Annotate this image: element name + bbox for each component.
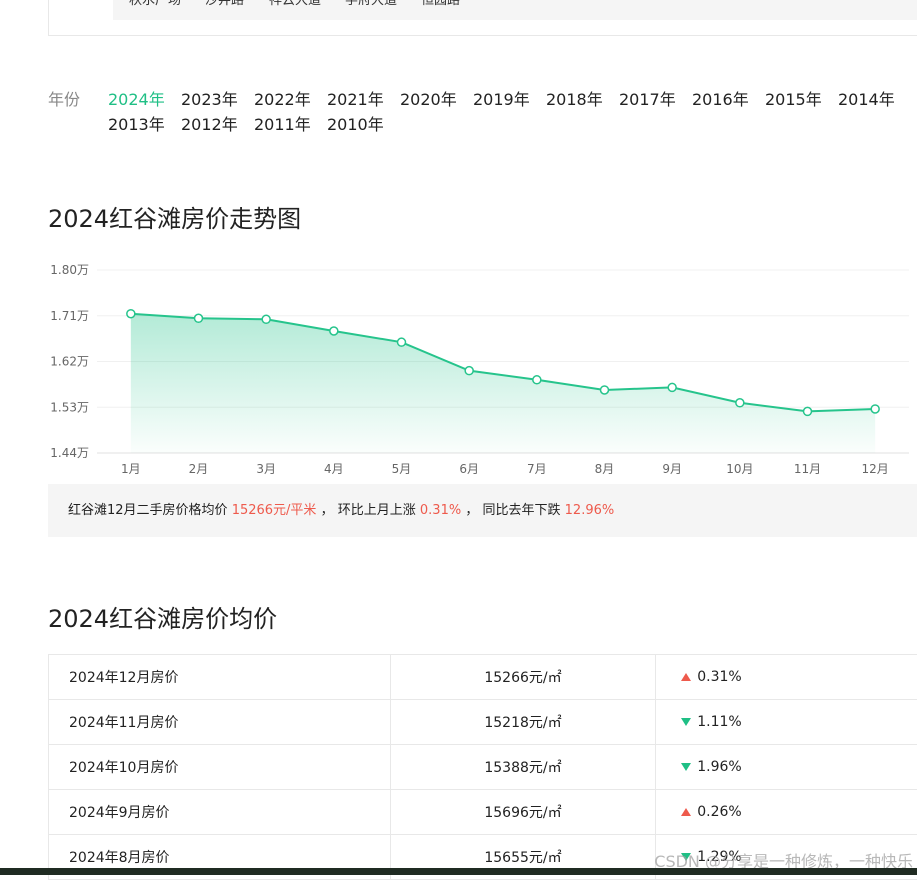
summary-mom-label: 环比上月上涨 [338, 503, 416, 518]
table-row: 2024年10月房价 15388元/㎡ 1.96% [49, 745, 917, 790]
data-point [668, 383, 676, 391]
table-row: 2024年9月房价 15696元/㎡ 0.26% [49, 790, 917, 835]
y-tick-label: 1.80万 [50, 263, 89, 277]
y-tick-label: 1.53万 [50, 400, 89, 414]
series-area [131, 314, 875, 453]
data-point [804, 407, 812, 415]
x-tick-label: 12月 [862, 462, 889, 476]
year-option[interactable]: 2024年 [108, 86, 165, 110]
summary-yoy-value: 12.96% [565, 503, 615, 518]
period-cell: 2024年11月房价 [49, 700, 391, 745]
data-point [127, 310, 135, 318]
x-tick-label: 11月 [794, 462, 821, 476]
year-option[interactable]: 2015年 [765, 86, 822, 110]
x-tick-label: 8月 [595, 462, 615, 476]
year-option[interactable]: 2022年 [254, 86, 311, 110]
bottom-taskbar-strip [0, 868, 917, 875]
x-tick-label: 4月 [324, 462, 344, 476]
change-cell: 0.31% [656, 655, 917, 700]
data-point [736, 399, 744, 407]
x-tick-label: 3月 [256, 462, 276, 476]
summary-separator: ， [321, 503, 334, 518]
price-summary: 红谷滩12月二手房价格均价 15266元/平米 ， 环比上月上涨 0.31% ，… [48, 484, 917, 537]
change-value: 1.11% [697, 714, 741, 730]
summary-separator: ， [465, 503, 478, 518]
x-tick-label: 1月 [121, 462, 141, 476]
data-point [330, 327, 338, 335]
road-link[interactable]: 秋水广场 [129, 0, 181, 8]
year-option[interactable]: 2014年 [838, 86, 895, 110]
summary-prefix: 红谷滩12月二手房价格均价 [68, 503, 228, 518]
data-point [398, 338, 406, 346]
down-arrow-icon [681, 718, 691, 726]
x-tick-label: 6月 [459, 462, 479, 476]
price-cell: 15388元/㎡ [391, 745, 656, 790]
period-cell: 2024年12月房价 [49, 655, 391, 700]
summary-avg-price: 15266元/平米 [232, 503, 317, 518]
x-tick-label: 2月 [189, 462, 209, 476]
x-tick-label: 5月 [392, 462, 412, 476]
data-point [262, 315, 270, 323]
change-value: 0.31% [697, 669, 741, 685]
year-option[interactable]: 2021年 [327, 86, 384, 110]
period-cell: 2024年9月房价 [49, 790, 391, 835]
price-trend-chart: 1.44万 1.53万 1.62万 1.71万 1.80万 1月 2月 3月 4月 5月 6月 7月… [0, 250, 917, 480]
data-point [465, 367, 473, 375]
year-option[interactable]: 2016年 [692, 86, 749, 110]
year-option[interactable]: 2012年 [181, 111, 238, 135]
year-option[interactable]: 2018年 [546, 86, 603, 110]
data-point [601, 386, 609, 394]
road-list: 秋水广场 沙井路 祥云大道 学府大道 恒园路 [113, 0, 917, 20]
x-tick-label: 10月 [726, 462, 753, 476]
summary-yoy-label: 同比去年下跌 [483, 503, 561, 518]
change-cell: 1.96% [656, 745, 917, 790]
y-tick-label: 1.44万 [50, 446, 89, 460]
price-cell: 15218元/㎡ [391, 700, 656, 745]
road-link[interactable]: 祥云大道 [269, 0, 321, 8]
road-link[interactable]: 恒园路 [421, 0, 460, 8]
year-option[interactable]: 2019年 [473, 86, 530, 110]
table-row: 2024年11月房价 15218元/㎡ 1.11% [49, 700, 917, 745]
price-cell: 15696元/㎡ [391, 790, 656, 835]
data-point [871, 405, 879, 413]
avg-price-table: 2024年12月房价 15266元/㎡ 0.31% 2024年11月房价 152… [48, 654, 917, 880]
table-row: 2024年12月房价 15266元/㎡ 0.31% [49, 655, 917, 700]
change-value: 1.96% [697, 759, 741, 775]
year-filter-label: 年份 [48, 86, 80, 110]
x-tick-label: 9月 [662, 462, 682, 476]
year-option[interactable]: 2013年 [108, 111, 165, 135]
y-tick-label: 1.71万 [50, 309, 89, 323]
change-cell: 0.26% [656, 790, 917, 835]
year-option[interactable]: 2010年 [327, 111, 384, 135]
y-tick-label: 1.62万 [50, 355, 89, 369]
up-arrow-icon [681, 808, 691, 816]
price-cell: 15266元/㎡ [391, 655, 656, 700]
road-link[interactable]: 学府大道 [345, 0, 397, 8]
year-option[interactable]: 2020年 [400, 86, 457, 110]
change-cell: 1.11% [656, 700, 917, 745]
year-option[interactable]: 2011年 [254, 111, 311, 135]
avg-price-title: 2024红谷滩房价均价 [48, 599, 277, 634]
summary-mom-value: 0.31% [420, 503, 461, 518]
period-cell: 2024年10月房价 [49, 745, 391, 790]
x-tick-label: 7月 [527, 462, 547, 476]
down-arrow-icon [681, 763, 691, 771]
data-point [533, 376, 541, 384]
change-value: 0.26% [697, 804, 741, 820]
trend-chart-title: 2024红谷滩房价走势图 [48, 199, 301, 234]
data-point [195, 314, 203, 322]
road-link[interactable]: 沙井路 [205, 0, 244, 8]
year-option[interactable]: 2023年 [181, 86, 238, 110]
year-option[interactable]: 2017年 [619, 86, 676, 110]
up-arrow-icon [681, 673, 691, 681]
district-filter-box: 秋水广场 沙井路 祥云大道 学府大道 恒园路 [48, 0, 917, 36]
